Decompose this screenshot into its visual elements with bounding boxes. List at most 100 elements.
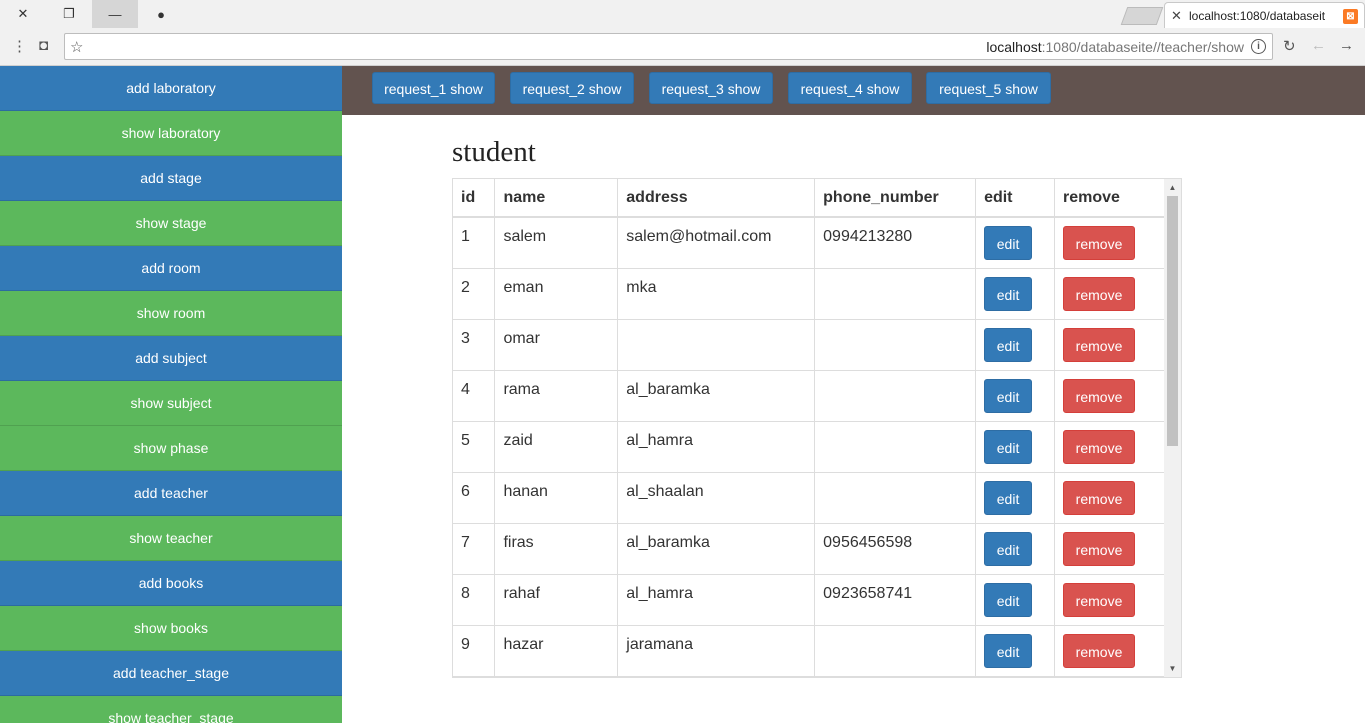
extension-icon[interactable]: ◘ (39, 37, 48, 54)
edit-button[interactable]: edit (984, 633, 1033, 668)
table-row: 4 rama al_baramka edit remove (453, 370, 1165, 422)
cell-edit: edit (975, 268, 1056, 320)
cell-id: 6 (453, 472, 496, 524)
browser-tab[interactable]: ✕ localhost:1080/databaseit ⊠ (1164, 2, 1365, 28)
page-title: student (452, 136, 536, 168)
cell-edit: edit (975, 625, 1056, 677)
student-table: id name address phone_number edit remove… (453, 179, 1165, 677)
cell-address: al_baramka (617, 523, 816, 575)
remove-button[interactable]: remove (1063, 378, 1136, 413)
cell-name: firas (494, 523, 619, 575)
column-header-remove: remove (1054, 179, 1165, 218)
cell-edit: edit (975, 319, 1056, 371)
cell-address: al_hamra (617, 574, 816, 626)
cell-address: al_hamra (617, 421, 816, 473)
student-table-container: id name address phone_number edit remove… (452, 178, 1182, 678)
request-5-show-button[interactable]: request_5 show (926, 72, 1051, 104)
edit-button[interactable]: edit (984, 582, 1033, 617)
window-close-icon[interactable]: ✕ (0, 0, 46, 28)
cell-phone (814, 370, 977, 422)
remove-button[interactable]: remove (1063, 633, 1136, 668)
edit-button[interactable]: edit (984, 276, 1033, 311)
sidebar-item-add-laboratory[interactable]: add laboratory (0, 66, 342, 111)
sidebar-nav: add laboratory show laboratory add stage… (0, 66, 342, 723)
new-tab-button[interactable] (1120, 7, 1164, 25)
scrollbar-thumb[interactable] (1167, 196, 1178, 446)
sidebar-item-show-stage[interactable]: show stage (0, 201, 342, 246)
cell-edit: edit (975, 370, 1056, 422)
cell-address (617, 319, 816, 371)
table-row: 8 rahaf al_hamra 0923658741 edit remove (453, 574, 1165, 626)
cell-id: 2 (453, 268, 496, 320)
remove-button[interactable]: remove (1063, 226, 1136, 260)
remove-button[interactable]: remove (1063, 429, 1136, 464)
request-4-show-button[interactable]: request_4 show (788, 72, 912, 104)
cell-edit: edit (975, 523, 1056, 575)
cell-remove: remove (1054, 370, 1165, 422)
sidebar-item-show-room[interactable]: show room (0, 291, 342, 336)
cell-edit: edit (975, 421, 1056, 473)
sidebar-item-add-subject[interactable]: add subject (0, 336, 342, 381)
table-header-row: id name address phone_number edit remove (453, 179, 1165, 218)
cell-remove: remove (1054, 217, 1165, 269)
cell-phone: 0994213280 (814, 217, 977, 269)
table-row: 1 salem salem@hotmail.com 0994213280 edi… (453, 217, 1165, 269)
remove-button[interactable]: remove (1063, 480, 1136, 515)
table-row: 2 eman mka edit remove (453, 268, 1165, 320)
sidebar-item-add-room[interactable]: add room (0, 246, 342, 291)
cell-phone (814, 421, 977, 473)
column-header-id: id (453, 179, 496, 218)
cell-phone: 0923658741 (814, 574, 977, 626)
table-row: 3 omar edit remove (453, 319, 1165, 371)
edit-button[interactable]: edit (984, 429, 1033, 464)
edit-button[interactable]: edit (984, 480, 1033, 515)
column-header-name: name (494, 179, 619, 218)
scroll-down-arrow-icon[interactable]: ▼ (1164, 660, 1181, 677)
window-restore-icon[interactable]: ❐ (46, 0, 92, 28)
sidebar-item-show-phase[interactable]: show phase (0, 426, 342, 471)
remove-button[interactable]: remove (1063, 327, 1136, 362)
scroll-up-arrow-icon[interactable]: ▲ (1164, 179, 1181, 196)
window-minimize-icon[interactable]: — (92, 0, 138, 28)
sidebar-item-show-teacher-stage[interactable]: show teacher_stage (0, 696, 342, 723)
remove-button[interactable]: remove (1063, 276, 1136, 311)
sidebar-item-show-books[interactable]: show books (0, 606, 342, 651)
column-header-phone-number: phone_number (814, 179, 977, 218)
cell-phone (814, 319, 977, 371)
bookmark-star-icon[interactable]: ☆ (70, 38, 83, 56)
xampp-favicon-icon: ⊠ (1343, 9, 1358, 24)
profile-icon[interactable]: ● (138, 0, 184, 28)
table-row: 7 firas al_baramka 0956456598 edit remov… (453, 523, 1165, 575)
request-1-show-button[interactable]: request_1 show (372, 72, 495, 104)
address-bar[interactable]: ☆ localhost:1080/databaseite//teacher/sh… (64, 33, 1273, 60)
edit-button[interactable]: edit (984, 378, 1033, 413)
sidebar-item-add-teacher-stage[interactable]: add teacher_stage (0, 651, 342, 696)
url-text: localhost:1080/databaseite//teacher/show (986, 39, 1244, 55)
cell-phone (814, 472, 977, 524)
sidebar-item-show-laboratory[interactable]: show laboratory (0, 111, 342, 156)
sidebar-item-show-subject[interactable]: show subject (0, 381, 342, 426)
table-scrollbar[interactable]: ▲ ▼ (1164, 179, 1181, 677)
request-toolbar: request_1 show request_2 show request_3 … (342, 66, 1365, 115)
sidebar-item-add-books[interactable]: add books (0, 561, 342, 606)
remove-button[interactable]: remove (1063, 582, 1136, 617)
request-3-show-button[interactable]: request_3 show (649, 72, 773, 104)
reload-icon[interactable]: ↻ (1283, 37, 1296, 55)
site-info-icon[interactable]: i (1251, 39, 1266, 54)
cell-id: 8 (453, 574, 496, 626)
cell-remove: remove (1054, 472, 1165, 524)
sidebar-item-show-teacher[interactable]: show teacher (0, 516, 342, 561)
sidebar-item-add-teacher[interactable]: add teacher (0, 471, 342, 516)
edit-button[interactable]: edit (984, 531, 1033, 566)
edit-button[interactable]: edit (984, 327, 1033, 362)
forward-arrow-icon[interactable]: → (1339, 37, 1354, 54)
sidebar-item-add-stage[interactable]: add stage (0, 156, 342, 201)
cell-edit: edit (975, 472, 1056, 524)
back-arrow-icon[interactable]: ← (1311, 37, 1326, 54)
menu-dots-icon[interactable]: ⋮ (12, 37, 27, 55)
request-2-show-button[interactable]: request_2 show (510, 72, 634, 104)
url-host: localhost (986, 39, 1042, 55)
tab-close-icon[interactable]: ✕ (1171, 8, 1182, 24)
edit-button[interactable]: edit (984, 226, 1033, 260)
remove-button[interactable]: remove (1063, 531, 1136, 566)
